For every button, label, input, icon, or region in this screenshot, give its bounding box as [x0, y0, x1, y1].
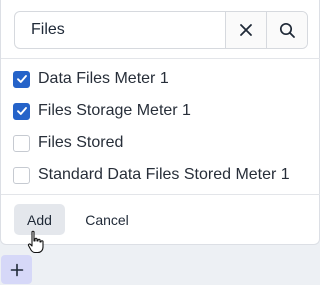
- search-icon: [279, 22, 295, 38]
- option-checkbox[interactable]: [13, 134, 30, 152]
- search-divider: [1, 58, 320, 59]
- option-checkbox[interactable]: [13, 102, 30, 120]
- cancel-button[interactable]: Cancel: [76, 204, 138, 235]
- options-list: Data Files Meter 1 Files Storage Meter 1…: [1, 63, 320, 191]
- option-checkbox[interactable]: [13, 166, 30, 184]
- option-label: Standard Data Files Stored Meter 1: [38, 166, 290, 183]
- option-item[interactable]: Standard Data Files Stored Meter 1: [1, 159, 320, 191]
- option-item[interactable]: Files Stored: [1, 127, 320, 159]
- close-icon: [240, 24, 252, 36]
- actions-divider: [1, 194, 320, 195]
- option-label: Files Storage Meter 1: [38, 102, 191, 119]
- hand-cursor-icon: [27, 230, 44, 254]
- option-item[interactable]: Files Storage Meter 1: [1, 95, 320, 127]
- search-input[interactable]: [15, 12, 225, 48]
- add-filter-button[interactable]: [1, 255, 32, 284]
- option-item[interactable]: Data Files Meter 1: [1, 63, 320, 95]
- search-button[interactable]: [266, 12, 307, 48]
- clear-search-button[interactable]: [225, 12, 266, 48]
- search-group: [14, 11, 308, 49]
- option-checkbox[interactable]: [13, 70, 30, 88]
- plus-icon: [10, 263, 23, 276]
- option-label: Files Stored: [38, 134, 124, 151]
- checkmark-icon: [16, 75, 27, 83]
- option-label: Data Files Meter 1: [38, 70, 169, 87]
- filter-dropdown-panel: Data Files Meter 1 Files Storage Meter 1…: [0, 0, 320, 245]
- checkmark-icon: [16, 107, 27, 115]
